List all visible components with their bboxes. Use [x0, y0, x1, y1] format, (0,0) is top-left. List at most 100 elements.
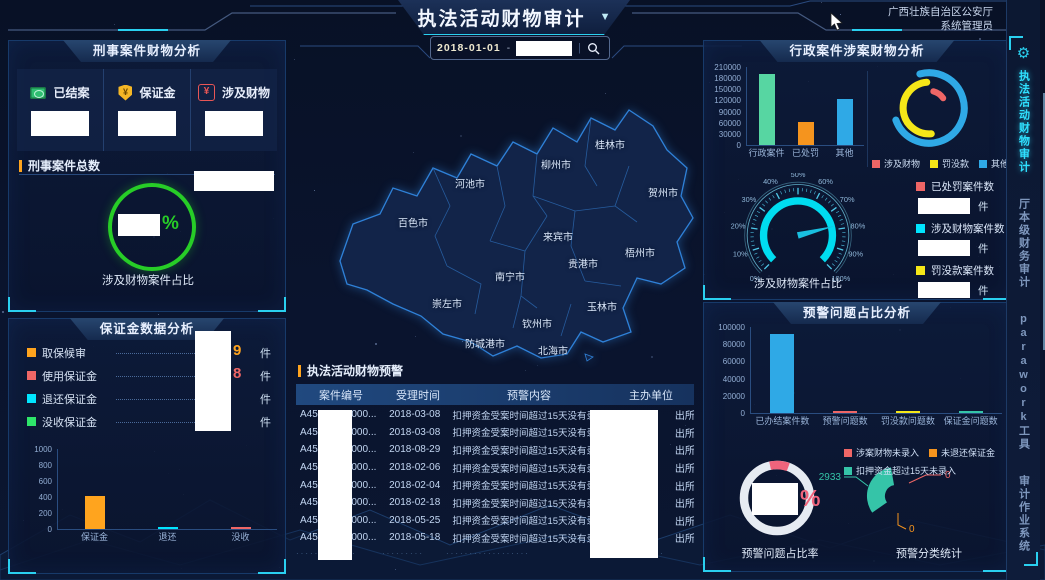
y-axis: 020000400006000080000100000 — [712, 327, 750, 414]
bar-label: 退还 — [158, 530, 176, 543]
warning-panel: 预警问题占比分析 020000400006000080000100000已办结案… — [703, 302, 1011, 572]
redacted-value — [918, 240, 970, 256]
cell-date: 2018-05-18 — [385, 532, 452, 543]
legend-swatch — [916, 224, 925, 233]
legend-label: 罚没款 — [942, 157, 969, 170]
chevron-down-icon[interactable]: ▼ — [600, 11, 611, 23]
svg-text:30%: 30% — [741, 195, 756, 204]
map-city-label: 南宁市 — [495, 269, 525, 284]
pie-label-value: 2933 — [819, 472, 842, 483]
legend-label: 没收保证金 — [42, 414, 106, 430]
legend-swatch — [27, 417, 36, 426]
bar-保证金 — [85, 496, 105, 529]
bar-group: 保证金 — [85, 449, 105, 529]
legend-item: 其他 — [979, 157, 1009, 170]
cell-date: 2018-03-08 — [385, 409, 452, 420]
col-case-id: 案件编号 — [296, 387, 386, 403]
date-range-picker[interactable]: 2018-01-01 - | — [430, 36, 610, 60]
map-city-label: 百色市 — [398, 215, 428, 230]
bar-label: 其他 — [835, 146, 853, 159]
section-label: 刑事案件总数 — [19, 157, 100, 174]
percent-sign: % — [800, 485, 820, 512]
redacted-value — [194, 171, 274, 191]
donut-caption: 涉及财物案件占比 — [67, 272, 229, 288]
legend-swatch — [27, 394, 36, 403]
legend-swatch — [872, 160, 880, 168]
plot-area: 保证金退还没收 — [57, 449, 277, 530]
map-city-label: 北海市 — [538, 343, 568, 358]
bar-group: 预警问题数 — [833, 327, 857, 413]
deposit-panel: 保证金数据分析 取保候审件使用保证金件退还保证金件没收保证金件 9 8 0200… — [8, 318, 286, 574]
search-icon[interactable] — [587, 42, 600, 55]
bar-label: 罚没款问题数 — [881, 414, 935, 427]
bar-已处罚 — [798, 122, 814, 145]
deposit-legend-row: 没收保证金件 — [27, 410, 271, 433]
map-city-label: 贵港市 — [568, 256, 598, 271]
guangxi-map[interactable]: 河池市柳州市桂林市贺州市百色市来宾市梧州市贵港市南宁市玉林市崇左市钦州市防城港市… — [285, 46, 705, 364]
map-city-label: 柳州市 — [541, 157, 571, 172]
sidebar-item[interactable]: parawork工具 — [1017, 313, 1031, 451]
svg-text:60%: 60% — [818, 177, 833, 186]
legend-label: 使用保证金 — [42, 368, 106, 384]
legend-label: 涉及财物 — [884, 157, 920, 170]
redacted-value — [918, 198, 970, 214]
pie-label-value: 0 — [909, 524, 915, 535]
legend-item: 未退还保证金 — [929, 446, 995, 459]
svg-text:70%: 70% — [840, 195, 855, 204]
map-city-label: 防城港市 — [465, 336, 505, 351]
redacted-value — [118, 111, 176, 136]
legend-swatch — [929, 449, 937, 457]
plot-area: 已办结案件数预警问题数罚没款问题数保证金问题数 — [750, 327, 1002, 414]
divider — [867, 71, 868, 167]
legend-swatch — [916, 266, 925, 275]
col-warning-content: 预警内容 — [450, 387, 608, 403]
bar-已办结案件数 — [770, 334, 794, 413]
legend-label: 未退还保证金 — [941, 446, 995, 459]
cell-content: 扣押资金受案时间超过15天没有录入 — [452, 478, 608, 492]
map-city-label: 钦州市 — [522, 316, 552, 331]
unit-label: 件 — [241, 345, 271, 361]
unit-label: 件 — [241, 368, 271, 384]
bar-退还 — [158, 527, 178, 529]
unit-label: 件 — [978, 199, 989, 214]
cell-date: 2018-02-18 — [385, 497, 452, 508]
sidebar-menu: 执法活动财物审计厅本级财务审计 parawork工具审计作业系统 — [1007, 70, 1040, 553]
bar-label: 保证金 — [81, 530, 108, 543]
gauge-caption: 涉及财物案件占比 — [716, 275, 880, 291]
map-shape[interactable] — [285, 46, 705, 364]
sidebar-item[interactable]: 审计作业系统 — [1017, 475, 1031, 553]
bar-预警问题数 — [833, 411, 857, 413]
map-city-label: 河池市 — [455, 176, 485, 191]
right-sidebar: ⚙ 执法活动财物审计厅本级财务审计 parawork工具审计作业系统 — [1006, 0, 1040, 580]
user-role[interactable]: 系统管理员 — [888, 19, 993, 33]
sidebar-item[interactable]: 厅本级财务审计 — [1017, 198, 1031, 289]
sidebar-item[interactable]: 执法活动财物审计 — [1017, 70, 1031, 174]
bar-没收 — [231, 527, 251, 529]
unit-label: 件 — [978, 283, 989, 298]
percent-sign: % — [162, 213, 179, 235]
legend-swatch — [930, 160, 938, 168]
plot-area: 行政案件已处罚其他 — [746, 67, 864, 146]
app-title-tab[interactable]: 执法活动财物审计 ▼ — [398, 0, 630, 35]
legend-label: 扣押资金超过15天未录入 — [856, 464, 956, 477]
legend-item: 扣押资金超过15天未录入 — [844, 464, 956, 477]
redacted-value — [205, 111, 263, 136]
legend-swatch — [844, 467, 852, 475]
org-name: 广西壮族自治区公安厅 — [888, 5, 993, 19]
gear-icon[interactable]: ⚙ — [1007, 44, 1040, 62]
start-date-value[interactable]: 2018-01-01 — [437, 42, 501, 54]
redacted-end-date[interactable] — [516, 41, 572, 56]
cell-content: 扣押资金受案时间超过15天没有录入 — [452, 496, 608, 510]
stat-label: 保证金 — [139, 84, 175, 101]
mouse-cursor — [830, 12, 844, 31]
redacted-values — [195, 331, 231, 431]
legend-label: 涉案财物未录入 — [856, 446, 919, 459]
cell-date: 2018-05-25 — [385, 515, 452, 526]
cell-content: 扣押资金受案时间超过15天没有录入 — [452, 425, 608, 439]
cell-content: 扣押资金受案时间超过15天没有录入 — [452, 443, 608, 457]
user-info: 广西壮族自治区公安厅 系统管理员 — [888, 5, 993, 33]
bar-group: 退还 — [158, 449, 178, 529]
bar-保证金问题数 — [959, 411, 983, 413]
legend-swatch — [979, 160, 987, 168]
deposit-legend-row: 退还保证金件 — [27, 387, 271, 410]
